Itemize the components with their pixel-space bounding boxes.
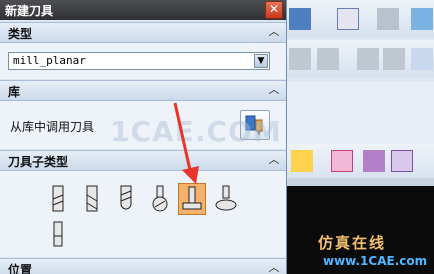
annotation-arrow-icon <box>173 102 199 184</box>
